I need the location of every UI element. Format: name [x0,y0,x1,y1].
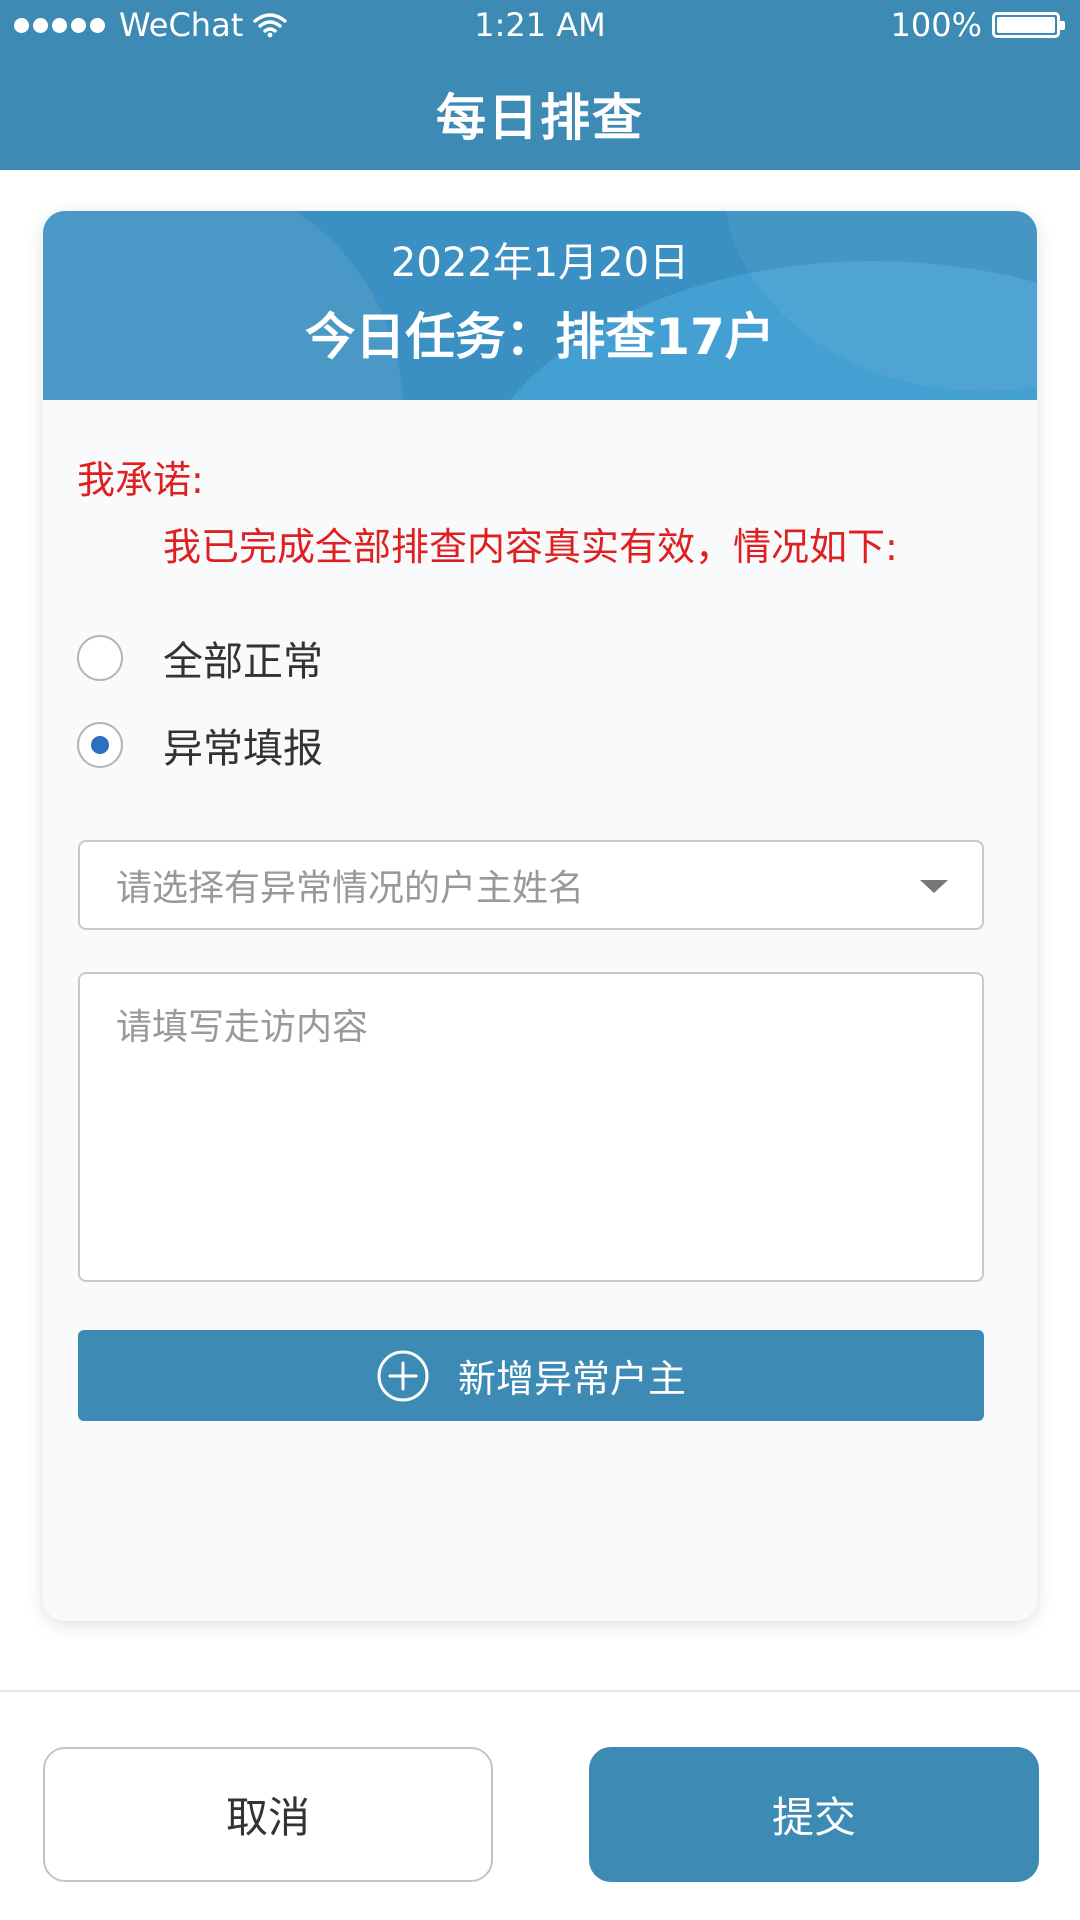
radio-all-normal-circle[interactable] [77,635,123,681]
banner-date: 2022年1月20日 [390,240,690,286]
radio-selected-dot [91,736,109,754]
task-banner: 2022年1月20日 今日任务：排查17户 [43,211,1037,400]
radio-all-normal-label: 全部正常 [163,639,323,685]
app-header: WeChat 1:21 AM 100% 每日排查 [0,0,1080,170]
banner-task: 今日任务：排查17户 [305,308,775,366]
status-right: 100% [890,6,1065,44]
battery-percent: 100% [890,6,982,44]
radio-abnormal-report[interactable]: 异常填报 [77,716,323,774]
footer-divider [0,1690,1080,1692]
householder-select[interactable]: 请选择有异常情况的户主姓名 [78,840,984,930]
pledge-title: 我承诺: [77,458,204,502]
radio-abnormal-report-label: 异常填报 [163,726,323,772]
add-abnormal-householder-button[interactable]: 新增异常户主 [78,1330,984,1421]
radio-all-normal[interactable]: 全部正常 [77,629,323,687]
visit-content-textarea[interactable] [78,972,984,1282]
chevron-down-icon[interactable] [920,880,948,893]
householder-select-placeholder: 请选择有异常情况的户主姓名 [116,868,585,909]
inspection-card: 2022年1月20日 今日任务：排查17户 我承诺: 我已完成全部排查内容真实有… [43,211,1037,1621]
radio-abnormal-report-circle[interactable] [77,722,123,768]
plus-circle-icon [377,1350,429,1401]
cancel-button[interactable]: 取消 [43,1747,493,1882]
add-button-label: 新增异常户主 [457,1357,686,1401]
pledge-text: 我已完成全部排查内容真实有效，情况如下: [163,525,898,569]
battery-icon [992,12,1065,38]
submit-button[interactable]: 提交 [589,1747,1039,1882]
status-bar: WeChat 1:21 AM 100% [0,0,1080,50]
page-title: 每日排查 [436,89,644,147]
